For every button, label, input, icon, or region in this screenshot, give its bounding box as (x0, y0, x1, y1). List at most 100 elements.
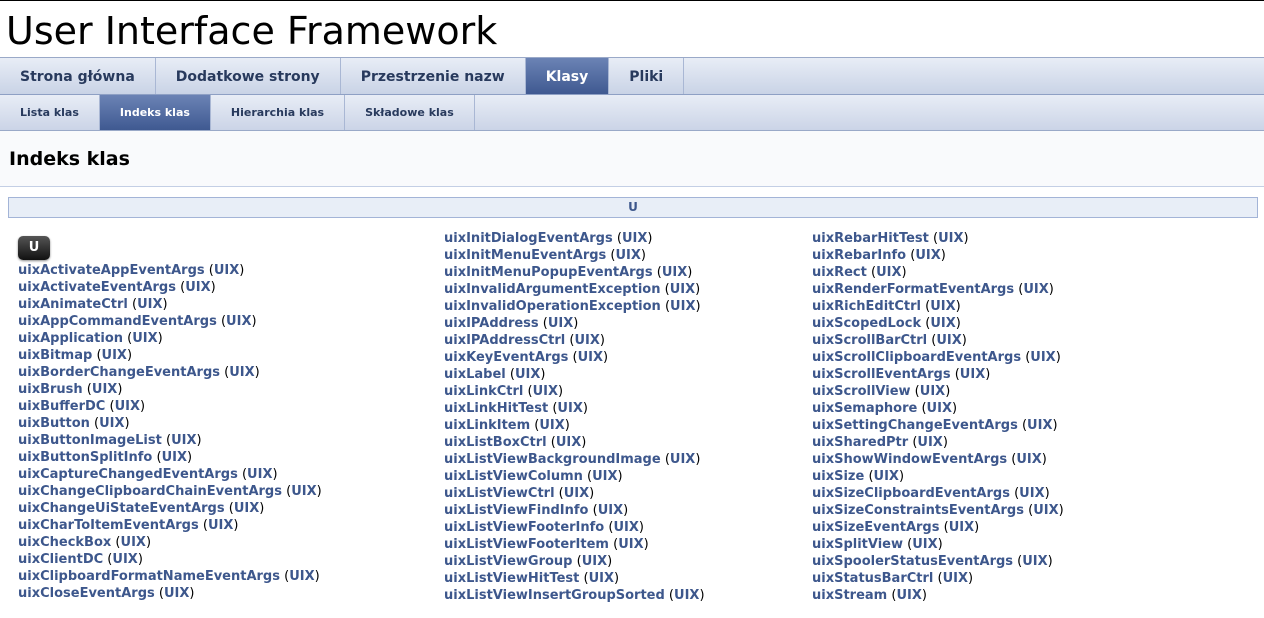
class-link[interactable]: uixLinkCtrl (444, 384, 523, 399)
namespace-link[interactable]: UIX (622, 231, 647, 246)
namespace-link[interactable]: UIX (289, 569, 314, 584)
class-link[interactable]: uixAnimateCtrl (18, 297, 128, 312)
namespace-link[interactable]: UIX (1023, 282, 1048, 297)
namespace-link[interactable]: UIX (616, 248, 641, 263)
tab-classes[interactable]: Klasy (525, 58, 610, 94)
letter-bar-link[interactable]: U (628, 200, 638, 214)
namespace-link[interactable]: UIX (896, 588, 921, 603)
class-link[interactable]: uixSizeConstraintsEventArgs (812, 503, 1024, 518)
namespace-link[interactable]: UIX (670, 452, 695, 467)
namespace-link[interactable]: UIX (938, 231, 963, 246)
namespace-link[interactable]: UIX (613, 520, 638, 535)
namespace-link[interactable]: UIX (949, 520, 974, 535)
class-link[interactable]: uixLabel (444, 367, 506, 382)
class-link[interactable]: uixIPAddressCtrl (444, 333, 565, 348)
class-link[interactable]: uixBufferDC (18, 399, 105, 414)
namespace-link[interactable]: UIX (132, 331, 157, 346)
class-link[interactable]: uixInvalidArgumentException (444, 282, 660, 297)
namespace-link[interactable]: UIX (912, 537, 937, 552)
namespace-link[interactable]: UIX (1019, 486, 1044, 501)
class-link[interactable]: uixCaptureChangedEventArgs (18, 467, 238, 482)
namespace-link[interactable]: UIX (874, 469, 899, 484)
class-link[interactable]: uixCharToItemEventArgs (18, 518, 199, 533)
class-link[interactable]: uixSemaphore (812, 401, 917, 416)
namespace-link[interactable]: UIX (229, 365, 254, 380)
namespace-link[interactable]: UIX (226, 314, 251, 329)
letter-bar[interactable]: U (8, 197, 1258, 218)
namespace-link[interactable]: UIX (1027, 418, 1052, 433)
namespace-link[interactable]: UIX (936, 333, 961, 348)
class-link[interactable]: uixSplitView (812, 537, 903, 552)
namespace-link[interactable]: UIX (162, 450, 187, 465)
namespace-link[interactable]: UIX (214, 263, 239, 278)
class-link[interactable]: uixSizeClipboardEventArgs (812, 486, 1010, 501)
namespace-link[interactable]: UIX (564, 486, 589, 501)
namespace-link[interactable]: UIX (917, 435, 942, 450)
class-link[interactable]: uixListViewFooterInfo (444, 520, 604, 535)
namespace-link[interactable]: UIX (876, 265, 901, 280)
namespace-link[interactable]: UIX (618, 537, 643, 552)
namespace-link[interactable]: UIX (1016, 452, 1041, 467)
namespace-link[interactable]: UIX (234, 501, 259, 516)
namespace-link[interactable]: UIX (930, 299, 955, 314)
class-link[interactable]: uixListViewColumn (444, 469, 583, 484)
tab-namespaces[interactable]: Przestrzenie nazw (341, 58, 526, 94)
class-link[interactable]: uixSharedPtr (812, 435, 908, 450)
namespace-link[interactable]: UIX (960, 367, 985, 382)
class-link[interactable]: uixRebarHitTest (812, 231, 929, 246)
tab-related-pages[interactable]: Dodatkowe strony (156, 58, 341, 94)
class-link[interactable]: uixSizeEventArgs (812, 520, 939, 535)
tab-class-members[interactable]: Składowe klas (345, 95, 475, 130)
class-link[interactable]: uixSize (812, 469, 864, 484)
namespace-link[interactable]: UIX (164, 586, 189, 601)
class-link[interactable]: uixScrollView (812, 384, 911, 399)
namespace-link[interactable]: UIX (670, 282, 695, 297)
class-link[interactable]: uixButtonSplitInfo (18, 450, 152, 465)
class-link[interactable]: uixActivateAppEventArgs (18, 263, 205, 278)
class-link[interactable]: uixScopedLock (812, 316, 921, 331)
class-link[interactable]: uixCloseEventArgs (18, 586, 155, 601)
class-link[interactable]: uixListViewFindInfo (444, 503, 588, 518)
class-link[interactable]: uixInitDialogEventArgs (444, 231, 613, 246)
tab-main-page[interactable]: Strona główna (0, 58, 156, 94)
class-link[interactable]: uixBrush (18, 382, 83, 397)
tab-files[interactable]: Pliki (609, 58, 685, 94)
namespace-link[interactable]: UIX (1033, 503, 1058, 518)
class-link[interactable]: uixBitmap (18, 348, 92, 363)
class-link[interactable]: uixListViewCtrl (444, 486, 555, 501)
class-link[interactable]: uixLinkItem (444, 418, 530, 433)
namespace-link[interactable]: UIX (592, 469, 617, 484)
namespace-link[interactable]: UIX (598, 503, 623, 518)
class-link[interactable]: uixScrollClipboardEventArgs (812, 350, 1021, 365)
class-link[interactable]: uixApplication (18, 331, 123, 346)
namespace-link[interactable]: UIX (171, 433, 196, 448)
namespace-link[interactable]: UIX (582, 554, 607, 569)
class-link[interactable]: uixStream (812, 588, 887, 603)
class-link[interactable]: uixScrollEventArgs (812, 367, 951, 382)
namespace-link[interactable]: UIX (920, 384, 945, 399)
class-link[interactable]: uixCheckBox (18, 535, 111, 550)
namespace-link[interactable]: UIX (99, 416, 124, 431)
class-link[interactable]: uixAppCommandEventArgs (18, 314, 217, 329)
class-link[interactable]: uixButtonImageList (18, 433, 162, 448)
class-link[interactable]: uixListViewInsertGroupSorted (444, 588, 665, 603)
class-link[interactable]: uixListViewGroup (444, 554, 572, 569)
namespace-link[interactable]: UIX (185, 280, 210, 295)
namespace-link[interactable]: UIX (137, 297, 162, 312)
namespace-link[interactable]: UIX (574, 333, 599, 348)
namespace-link[interactable]: UIX (247, 467, 272, 482)
class-link[interactable]: uixInitMenuEventArgs (444, 248, 606, 263)
namespace-link[interactable]: UIX (915, 248, 940, 263)
tab-class-hierarchy[interactable]: Hierarchia klas (211, 95, 346, 130)
namespace-link[interactable]: UIX (930, 316, 955, 331)
namespace-link[interactable]: UIX (1022, 554, 1047, 569)
namespace-link[interactable]: UIX (121, 535, 146, 550)
class-link[interactable]: uixClipboardFormatNameEventArgs (18, 569, 280, 584)
namespace-link[interactable]: UIX (927, 401, 952, 416)
class-link[interactable]: uixActivateEventArgs (18, 280, 176, 295)
class-link[interactable]: uixBorderChangeEventArgs (18, 365, 220, 380)
class-link[interactable]: uixStatusBarCtrl (812, 571, 933, 586)
class-link[interactable]: uixRebarInfo (812, 248, 906, 263)
class-link[interactable]: uixChangeClipboardChainEventArgs (18, 484, 282, 499)
namespace-link[interactable]: UIX (291, 484, 316, 499)
